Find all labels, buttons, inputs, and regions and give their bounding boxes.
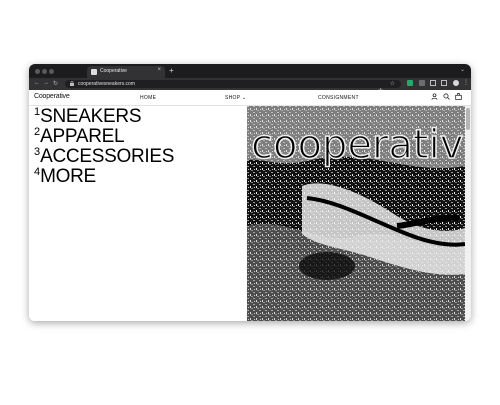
bookmark-star-icon[interactable]: ☆ [390, 80, 395, 87]
graffiti-text: cooperative [251, 122, 465, 168]
category-apparel[interactable]: 2APPAREL [34, 126, 125, 147]
tab-cooperative[interactable]: Cooperative × [87, 66, 165, 78]
category-menu: 1SNEAKERS 2APPAREL 3ACCESSORIES 4MORE [29, 106, 247, 321]
category-number: 1 [34, 106, 41, 118]
site-header: Cooperative HOME SHOP ⌄ CONSIGNMENT [29, 90, 471, 106]
sidebar-icon[interactable] [441, 80, 447, 86]
tab-strip: Cooperative × + ⌄ [29, 64, 471, 78]
window-zoom-dot[interactable] [49, 69, 54, 74]
category-label: SNEAKERS [40, 106, 142, 127]
back-icon[interactable]: ← [34, 80, 40, 86]
category-label: APPAREL [40, 126, 125, 147]
nav-shop[interactable]: SHOP ⌄ [225, 95, 246, 101]
hero-image: cooperative [247, 106, 465, 321]
address-bar[interactable]: cooperativesneakers.com ☆ [65, 80, 401, 94]
cart-icon[interactable] [455, 93, 462, 100]
tab-title: Cooperative [100, 68, 127, 74]
window-minimize-dot[interactable] [42, 69, 47, 74]
scrollbar-thumb[interactable] [466, 108, 470, 130]
category-number: 3 [34, 146, 41, 158]
tab-close-icon[interactable]: × [157, 67, 161, 73]
page-scrollbar[interactable] [465, 106, 471, 321]
search-icon[interactable] [443, 93, 450, 100]
browser-menu-icon[interactable]: ⋮ [463, 79, 469, 86]
category-sneakers[interactable]: 1SNEAKERS [34, 106, 142, 127]
new-tab-button[interactable]: + [169, 66, 174, 75]
nav-consignment[interactable]: CONSIGNMENT [318, 95, 359, 101]
category-label: MORE [40, 166, 96, 187]
web-page: Cooperative HOME SHOP ⌄ CONSIGNMENT 1SNE… [29, 90, 471, 321]
puzzle-icon[interactable] [430, 80, 436, 86]
graffiti-sneaker-image: cooperative [247, 106, 465, 321]
profile-icon[interactable] [453, 80, 459, 86]
favicon-icon [91, 69, 97, 75]
url-text: cooperativesneakers.com [78, 81, 135, 87]
nav-home[interactable]: HOME [140, 95, 156, 101]
browser-window: Cooperative × + ⌄ ← → ↻ cooperativesneak… [29, 64, 471, 321]
tab-search-icon[interactable]: ⌄ [460, 66, 465, 73]
forward-icon[interactable]: → [43, 80, 49, 86]
user-icon[interactable] [431, 93, 438, 100]
reload-icon[interactable]: ↻ [53, 80, 58, 87]
lock-icon[interactable] [70, 80, 74, 88]
extension-icon[interactable] [407, 80, 413, 86]
window-close-dot[interactable] [35, 69, 40, 74]
extension-2-icon[interactable] [419, 80, 425, 86]
browser-toolbar: ← → ↻ cooperativesneakers.com ☆ ⋮ [29, 78, 471, 94]
category-label: ACCESSORIES [40, 146, 175, 167]
category-number: 2 [34, 126, 41, 138]
site-logo[interactable]: Cooperative [34, 93, 70, 100]
category-accessories[interactable]: 3ACCESSORIES [34, 146, 175, 167]
category-number: 4 [34, 166, 41, 178]
category-more[interactable]: 4MORE [34, 166, 96, 187]
